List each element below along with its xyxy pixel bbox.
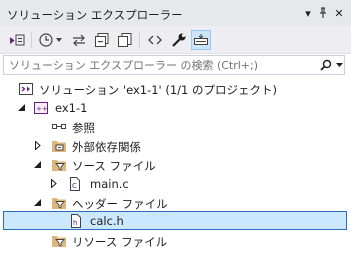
tree-item-source-files[interactable]: ソース ファイル bbox=[0, 155, 351, 174]
c-file-icon: C bbox=[67, 176, 83, 192]
svg-text:C: C bbox=[72, 182, 77, 190]
pin-icon[interactable] bbox=[316, 5, 330, 21]
svg-text:h: h bbox=[73, 219, 77, 227]
tree-item-label: ex1-1 bbox=[55, 101, 88, 115]
cpp-project-icon: ++ bbox=[33, 100, 49, 116]
tree-item-label: ソリューション 'ex1-1' (1/1 のプロジェクト) bbox=[39, 83, 278, 97]
close-icon[interactable]: ✕ bbox=[332, 5, 346, 21]
sync-icon[interactable] bbox=[70, 31, 88, 49]
solution-icon bbox=[18, 81, 34, 97]
toolbar-separator bbox=[139, 32, 140, 48]
tree-item-main-c[interactable]: C main.c bbox=[0, 174, 351, 193]
expanded-triangle-icon[interactable] bbox=[33, 160, 42, 169]
tree-item-label: main.c bbox=[90, 177, 129, 191]
tree-item-project[interactable]: ++ ex1-1 bbox=[0, 98, 351, 117]
collapse-all-icon[interactable] bbox=[93, 31, 111, 49]
filter-folder-icon bbox=[51, 195, 67, 211]
collapsed-triangle-icon[interactable] bbox=[49, 179, 58, 188]
preview-selected-icon[interactable] bbox=[191, 30, 211, 50]
svg-text:++: ++ bbox=[36, 105, 48, 113]
tree-item-label: 参照 bbox=[72, 121, 95, 135]
home-icon[interactable] bbox=[37, 31, 55, 49]
tree-item-label: リソース ファイル bbox=[72, 235, 168, 249]
history-dropdown-icon[interactable] bbox=[55, 31, 63, 49]
properties-wrench-icon[interactable] bbox=[170, 31, 188, 49]
switch-views-icon[interactable] bbox=[8, 31, 26, 49]
tree-item-label: ヘッダー ファイル bbox=[72, 197, 168, 211]
external-deps-icon bbox=[51, 138, 67, 154]
search-box bbox=[3, 55, 345, 75]
expanded-triangle-icon[interactable] bbox=[17, 103, 26, 112]
tree-item-external-dependencies[interactable]: 外部依存関係 bbox=[0, 136, 351, 155]
tree-item-label: calc.h bbox=[90, 214, 124, 228]
explorer-toolbar bbox=[0, 26, 351, 54]
search-options-dropdown-icon[interactable] bbox=[335, 57, 344, 73]
tree-item-references[interactable]: 参照 bbox=[0, 117, 351, 136]
show-all-files-icon[interactable] bbox=[116, 31, 134, 49]
collapsed-triangle-icon[interactable] bbox=[33, 141, 42, 150]
tree-item-label: ソース ファイル bbox=[72, 159, 156, 173]
h-file-icon: h bbox=[68, 213, 84, 229]
tree-item-label: 外部依存関係 bbox=[72, 140, 141, 154]
references-icon bbox=[51, 119, 67, 135]
filter-folder-icon bbox=[51, 233, 67, 249]
search-icon[interactable] bbox=[318, 57, 334, 73]
window-title: ソリューション エクスプローラー bbox=[7, 8, 183, 22]
tree-item-header-files[interactable]: ヘッダー ファイル bbox=[0, 193, 351, 212]
tree-item-resource-files[interactable]: リソース ファイル bbox=[0, 231, 351, 250]
filter-folder-icon bbox=[51, 157, 67, 173]
tool-window-title-bar: ソリューション エクスプローラー ▾ ✕ bbox=[0, 0, 351, 26]
tree-item-solution[interactable]: ソリューション 'ex1-1' (1/1 のプロジェクト) bbox=[0, 79, 351, 98]
window-menu-dropdown-icon[interactable]: ▾ bbox=[301, 5, 315, 21]
search-input[interactable] bbox=[4, 56, 309, 74]
code-view-icon[interactable] bbox=[146, 31, 164, 49]
tree-item-calc-h[interactable]: h calc.h bbox=[3, 211, 347, 230]
expanded-triangle-icon[interactable] bbox=[33, 198, 42, 207]
toolbar-separator bbox=[31, 32, 32, 48]
